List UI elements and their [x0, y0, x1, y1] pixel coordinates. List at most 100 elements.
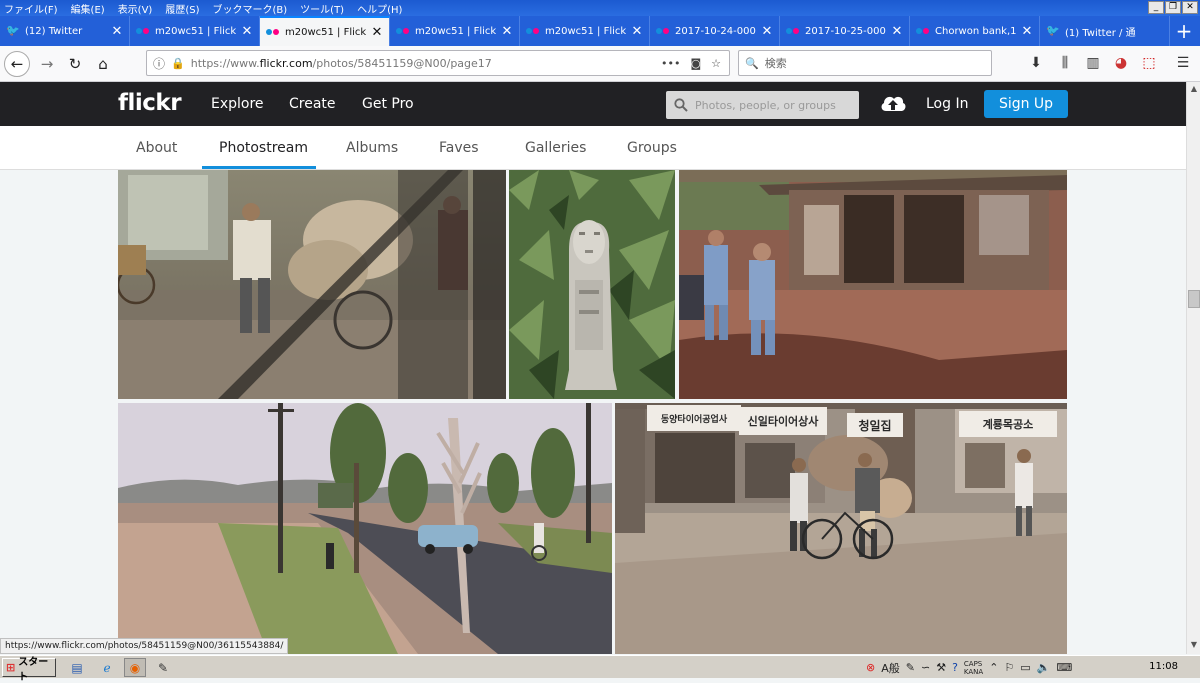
- nav-create[interactable]: Create: [289, 96, 336, 112]
- tab-twitter[interactable]: 🐦 (1) Twitter / 通: [1040, 16, 1170, 46]
- flickr-logo[interactable]: flickr: [118, 90, 182, 116]
- menu-file[interactable]: ファイル(F): [4, 1, 58, 16]
- search-engine-icon: 🔍: [745, 56, 759, 70]
- reload-button[interactable]: ↻: [62, 51, 88, 77]
- tray-arrow-icon[interactable]: ⌃: [989, 661, 998, 674]
- ie-icon[interactable]: ℯ: [96, 658, 118, 677]
- back-button[interactable]: ←: [4, 51, 30, 77]
- download-icon[interactable]: ⬇: [1027, 55, 1045, 71]
- scroll-thumb[interactable]: [1188, 290, 1200, 308]
- tab-galleries[interactable]: Galleries: [525, 140, 586, 156]
- ime-mode-icon[interactable]: ∽: [921, 661, 930, 674]
- tab-flickr-active[interactable]: m20wc51 | Flickr ✕: [260, 16, 390, 46]
- tab-label: (12) Twitter: [25, 25, 83, 37]
- volume-icon[interactable]: 🔈: [1037, 661, 1051, 674]
- app-icon[interactable]: ✎: [152, 658, 174, 677]
- network-icon[interactable]: ▭: [1020, 661, 1030, 674]
- scroll-up-icon[interactable]: ▲: [1188, 84, 1200, 96]
- search-icon: [674, 98, 688, 112]
- menu-help[interactable]: ヘルプ(H): [357, 1, 402, 16]
- close-tab-icon[interactable]: ✕: [111, 24, 123, 39]
- tab-flickr[interactable]: m20wc51 | Flickr ✕: [390, 16, 520, 46]
- active-tab-indicator: [202, 166, 316, 169]
- photo-men-by-shed[interactable]: [679, 170, 1067, 399]
- nav-get-pro[interactable]: Get Pro: [362, 96, 414, 112]
- tab-bar: 🐦 (12) Twitter ✕ m20wc51 | Flickr ✕ m20w…: [0, 16, 1200, 46]
- photo-tire-shop-bicycle[interactable]: 동양타이어공업사 신일타이어상사 청일집 계룡목공소: [615, 403, 1067, 654]
- ime-tools-icon[interactable]: ⚒: [936, 661, 946, 674]
- profile-subnav: About Photostream Albums Faves Galleries…: [0, 126, 1186, 170]
- nav-toolbar: ← → ↻ ⌂ ⓘ 🔒 https://www.flickr.com/photo…: [0, 46, 1200, 82]
- start-button[interactable]: ⊞ スタート: [2, 657, 56, 683]
- page-scrollbar[interactable]: ▲ ▼: [1186, 82, 1200, 654]
- tab-label: (1) Twitter / 通: [1065, 27, 1136, 39]
- flickr-icon: [916, 28, 930, 34]
- tray-app-icon[interactable]: ⊗: [866, 661, 875, 674]
- menu-tools[interactable]: ツール(T): [300, 1, 344, 16]
- maximize-button[interactable]: ❐: [1165, 1, 1181, 14]
- new-tab-button[interactable]: +: [1170, 16, 1198, 46]
- home-button[interactable]: ⌂: [90, 51, 116, 77]
- library-icon[interactable]: ⫼: [1056, 55, 1074, 71]
- help-icon[interactable]: ?: [952, 661, 958, 674]
- nav-explore[interactable]: Explore: [211, 96, 264, 112]
- menu-bar: ファイル(F) 編集(E) 表示(V) 履歴(S) ブックマーク(B) ツール(…: [0, 0, 1200, 16]
- minimize-button[interactable]: _: [1148, 1, 1164, 14]
- photo-stone-statue[interactable]: [509, 170, 675, 399]
- ime-icon[interactable]: ✎: [906, 661, 915, 674]
- tab-photostream[interactable]: Photostream: [219, 140, 308, 156]
- tab-groups[interactable]: Groups: [627, 140, 677, 156]
- scroll-down-icon[interactable]: ▼: [1188, 640, 1200, 652]
- tab-about[interactable]: About: [136, 140, 177, 156]
- tab-albums[interactable]: Albums: [346, 140, 398, 156]
- system-tray: ⊗ A般 ✎ ∽ ⚒ ? CAPS KANA ⌃ ⚐ ▭ 🔈 ⌨: [862, 658, 1198, 677]
- tab-flickr[interactable]: m20wc51 | Flickr ✕: [130, 16, 260, 46]
- explorer-icon[interactable]: ▤: [66, 658, 88, 677]
- tab-label: 2017-10-25-000: [805, 25, 886, 37]
- photo-street-porter-cart[interactable]: [118, 170, 506, 399]
- info-icon[interactable]: ⓘ: [153, 55, 165, 72]
- lock-icon: 🔒: [171, 56, 185, 70]
- bookmark-star-icon[interactable]: ☆: [711, 57, 721, 70]
- menu-view[interactable]: 表示(V): [118, 1, 153, 16]
- sidebar-icon[interactable]: ▥: [1084, 55, 1102, 71]
- signup-button[interactable]: Sign Up: [984, 90, 1068, 118]
- shop-sign: 청일집: [847, 413, 903, 437]
- close-tab-icon[interactable]: ✕: [891, 24, 903, 39]
- close-tab-icon[interactable]: ✕: [1021, 24, 1033, 39]
- tab-faves[interactable]: Faves: [439, 140, 479, 156]
- flag-icon[interactable]: ⚐: [1004, 661, 1014, 674]
- tab-flickr[interactable]: Chorwon bank,19 ✕: [910, 16, 1040, 46]
- start-label: スタート: [18, 656, 49, 683]
- tab-label: 2017-10-24-000: [675, 25, 756, 37]
- close-tab-icon[interactable]: ✕: [501, 24, 513, 39]
- ime-indicator[interactable]: A般: [881, 660, 900, 676]
- pocket-icon[interactable]: ◙: [690, 57, 701, 70]
- close-tab-icon[interactable]: ✕: [241, 24, 253, 39]
- photostream-grid: 동양타이어공업사 신일타이어상사 청일집 계룡목공소: [0, 170, 1186, 654]
- menu-edit[interactable]: 編集(E): [71, 1, 105, 16]
- close-tab-icon[interactable]: ✕: [631, 24, 643, 39]
- close-tab-icon[interactable]: ✕: [371, 25, 383, 40]
- forward-button[interactable]: →: [34, 51, 60, 77]
- tab-flickr[interactable]: m20wc51 | Flickr ✕: [520, 16, 650, 46]
- menu-hamburger-icon[interactable]: ☰: [1174, 55, 1192, 71]
- menu-bookmarks[interactable]: ブックマーク(B): [213, 1, 288, 16]
- upload-cloud-icon[interactable]: [879, 91, 907, 115]
- firefox-icon[interactable]: ◉: [124, 658, 146, 677]
- pdf-icon[interactable]: ⬚: [1140, 55, 1158, 71]
- tab-twitter[interactable]: 🐦 (12) Twitter ✕: [0, 16, 130, 46]
- tab-flickr[interactable]: 2017-10-24-000 ✕: [650, 16, 780, 46]
- extension-icon[interactable]: ◕: [1112, 55, 1130, 71]
- search-input[interactable]: 🔍 検索: [738, 50, 992, 76]
- close-tab-icon[interactable]: ✕: [761, 24, 773, 39]
- tab-flickr[interactable]: 2017-10-25-000 ✕: [780, 16, 910, 46]
- close-window-button[interactable]: ✕: [1182, 1, 1198, 14]
- page-actions-icon[interactable]: •••: [661, 57, 680, 70]
- login-link[interactable]: Log In: [926, 96, 968, 112]
- url-bar[interactable]: ⓘ 🔒 https://www.flickr.com/photos/584511…: [146, 50, 730, 76]
- photo-country-road-trees[interactable]: [118, 403, 612, 654]
- flickr-search-input[interactable]: Photos, people, or groups: [666, 91, 859, 119]
- keyboard-icon[interactable]: ⌨: [1056, 661, 1072, 674]
- menu-history[interactable]: 履歴(S): [165, 1, 199, 16]
